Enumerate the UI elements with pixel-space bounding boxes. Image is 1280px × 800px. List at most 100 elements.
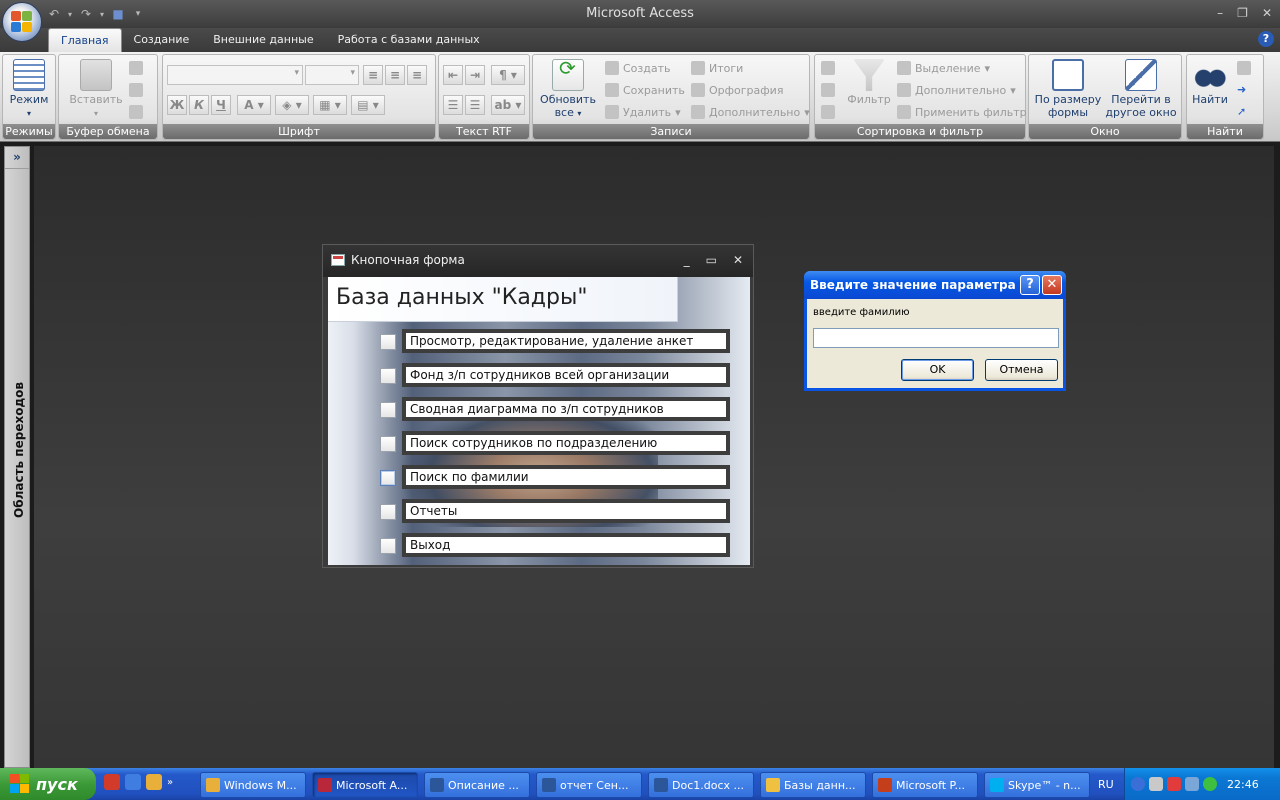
start-button[interactable]: пуск [0,768,96,800]
help-icon[interactable]: ? [1020,275,1040,295]
spelling-button[interactable]: Орфография [691,83,783,97]
minimize-icon[interactable]: _ [684,253,690,267]
select-button[interactable]: ➚ [1237,105,1246,118]
switch-windows-button[interactable]: Перейти вдругое окно ▾ [1103,59,1179,133]
align-left-button[interactable]: ≡ [363,65,383,85]
increase-indent-button[interactable]: ⇥ [465,65,485,85]
switchboard-item-label[interactable]: Выход [402,533,730,557]
clear-sort-button[interactable] [821,105,835,119]
antivirus-icon[interactable] [104,774,120,790]
copy-button[interactable] [129,83,143,97]
switchboard-button[interactable] [380,368,396,384]
volume-icon[interactable] [1185,777,1199,791]
switchboard-button[interactable] [380,436,396,452]
advanced-filter-button[interactable]: Дополнительно ▾ [897,83,1016,97]
decrease-indent-button[interactable]: ⇤ [443,65,463,85]
cancel-button[interactable]: Отмена [985,359,1058,381]
dropdown-icon[interactable]: ▾ [66,10,74,19]
view-button[interactable]: Режим ▾ [7,59,51,120]
switchboard-button[interactable] [380,538,396,554]
switchboard-item[interactable]: Фонд з/п сотрудников всей организации [378,363,738,389]
tab-home[interactable]: Главная [48,28,122,52]
taskbar-button[interactable]: отчет Сен... [536,772,642,798]
close-icon[interactable]: ✕ [1042,275,1062,295]
media-player-icon[interactable] [146,774,162,790]
fit-form-button[interactable]: По размеру формы [1033,59,1103,119]
format-painter-button[interactable] [129,105,143,119]
restore-icon[interactable]: ❐ [1237,6,1248,20]
expand-pane-icon[interactable]: » [5,147,29,169]
switchboard-item[interactable]: Сводная диаграмма по з/п сотрудников [378,397,738,423]
redo-icon[interactable]: ↷ [78,7,94,21]
minimize-icon[interactable]: – [1217,6,1223,20]
bold-button[interactable]: Ж [167,95,187,115]
totals-button[interactable]: Итоги [691,61,743,75]
taskbar-button[interactable]: Doc1.docx ... [648,772,754,798]
switchboard-item-label[interactable]: Поиск сотрудников по подразделению [402,431,730,455]
more-records-button[interactable]: Дополнительно ▾ [691,105,810,119]
switchboard-item-label[interactable]: Фонд з/п сотрудников всей организации [402,363,730,387]
cut-button[interactable] [129,61,143,75]
font-name-select[interactable]: ▾ [167,65,303,85]
close-icon[interactable]: ✕ [1262,6,1272,20]
switchboard-item[interactable]: Просмотр, редактирование, удаление анкет [378,329,738,355]
parameter-input[interactable] [813,328,1059,348]
taskbar-button[interactable]: Базы данн... [760,772,866,798]
internet-explorer-icon[interactable] [125,774,141,790]
sort-descending-button[interactable] [821,83,835,97]
switchboard-button[interactable] [380,504,396,520]
align-center-button[interactable]: ≡ [385,65,405,85]
paste-button[interactable]: Вставить ▾ [65,59,127,120]
switchboard-item[interactable]: Поиск по фамилии [378,465,738,491]
refresh-all-button[interactable]: ⟳ Обновить все ▾ [537,58,599,120]
switchboard-item[interactable]: Отчеты [378,499,738,525]
dropdown-icon[interactable]: ▾ [98,10,106,19]
switchboard-item-label[interactable]: Отчеты [402,499,730,523]
bullets-button[interactable]: ☰ [465,95,485,115]
toggle-filter-button[interactable]: Применить фильтр [897,105,1027,119]
switchboard-item-label[interactable]: Просмотр, редактирование, удаление анкет [402,329,730,353]
save-record-button[interactable]: Сохранить [605,83,685,97]
help-icon[interactable]: ? [1258,31,1274,47]
taskbar-button[interactable]: Skype™ - n... [984,772,1090,798]
sort-ascending-button[interactable] [821,61,835,75]
font-color-button[interactable]: A ▾ [237,95,271,115]
taskbar-button[interactable]: Описание ... [424,772,530,798]
paragraph-direction-button[interactable]: ¶ ▾ [491,65,525,85]
language-indicator[interactable]: RU [1098,778,1114,791]
switchboard-title-bar[interactable]: Кнопочная форма _ ▭ ✕ [323,245,753,277]
switchboard-button[interactable] [380,402,396,418]
font-size-select[interactable]: ▾ [305,65,359,85]
switchboard-button[interactable] [380,470,396,486]
taskbar-button[interactable]: Microsoft A... [312,772,418,798]
highlight-button[interactable]: ab ▾ [491,95,525,115]
clock[interactable]: 22:46 [1227,778,1259,791]
switchboard-button[interactable] [380,334,396,350]
network-icon[interactable] [1149,777,1163,791]
replace-button[interactable] [1237,61,1251,75]
delete-record-button[interactable]: Удалить ▾ [605,105,681,119]
go-to-button[interactable]: ➜ [1237,83,1246,96]
maximize-icon[interactable]: ▭ [706,253,717,267]
new-record-button[interactable]: Создать [605,61,671,75]
align-right-button[interactable]: ≡ [407,65,427,85]
customize-qat-icon[interactable]: ▾ [130,9,146,19]
alternate-fill-button[interactable]: ▤ ▾ [351,95,385,115]
underline-button[interactable]: Ч [211,95,231,115]
ok-button[interactable]: OK [901,359,974,381]
close-icon[interactable]: ✕ [733,253,743,267]
security-icon[interactable] [1167,777,1181,791]
taskbar-button[interactable]: Microsoft P... [872,772,978,798]
switchboard-item-label[interactable]: Поиск по фамилии [402,465,730,489]
italic-button[interactable]: К [189,95,209,115]
numbering-button[interactable]: ☰ [443,95,463,115]
selection-button[interactable]: Выделение ▾ [897,61,990,75]
tab-create[interactable]: Создание [122,28,202,52]
find-button[interactable]: Найти [1189,59,1231,106]
navigation-pane-label[interactable]: Область переходов [12,350,26,550]
taskbar-button[interactable]: Windows M... [200,772,306,798]
dialog-title-bar[interactable]: Введите значение параметра ? ✕ [804,271,1066,299]
fill-color-button[interactable]: ◈ ▾ [275,95,309,115]
chevron-right-icon[interactable]: » [167,777,173,788]
switchboard-item[interactable]: Выход [378,533,738,559]
